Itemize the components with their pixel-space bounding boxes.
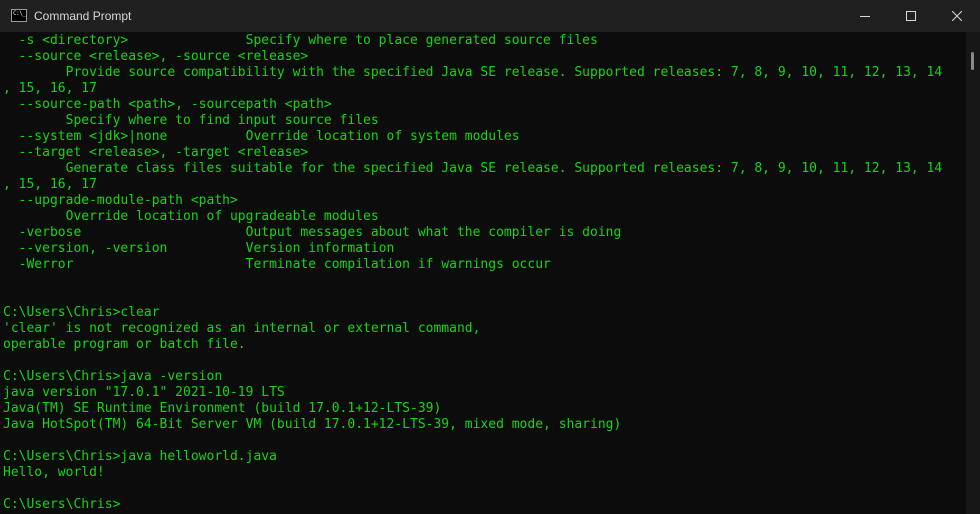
scrollbar-thumb[interactable] xyxy=(971,52,974,70)
close-icon xyxy=(952,11,962,21)
title-bar[interactable]: C:\_ Command Prompt xyxy=(0,0,980,32)
window-title: Command Prompt xyxy=(34,9,132,23)
maximize-icon xyxy=(906,11,916,21)
command-prompt-window: C:\_ Command Prompt -s <directory> Speci… xyxy=(0,0,980,514)
console-line: -s <directory> Specify where to place ge… xyxy=(3,33,598,48)
console-line: Provide source compatibility with the sp… xyxy=(3,65,943,80)
console-line: 'clear' is not recognized as an internal… xyxy=(3,321,481,336)
maximize-button[interactable] xyxy=(888,0,934,32)
console-line: , 15, 16, 17 xyxy=(3,177,97,192)
console-line: --system <jdk>|none Override location of… xyxy=(3,129,520,144)
console-line: C:\Users\Chris>clear xyxy=(3,305,160,320)
console-line: --target <release>, -target <release> xyxy=(3,145,309,160)
console-line: C:\Users\Chris>java -version xyxy=(3,369,223,384)
console-line: --source <release>, -source <release> xyxy=(3,49,309,64)
command-prompt-icon: C:\_ xyxy=(11,9,27,22)
console-line: Hello, world! xyxy=(3,465,105,480)
console-line: --version, -version Version information xyxy=(3,241,395,256)
console-line: -verbose Output messages about what the … xyxy=(3,225,622,240)
console-line: Specify where to find input source files xyxy=(3,113,379,128)
close-button[interactable] xyxy=(934,0,980,32)
console-line: operable program or batch file. xyxy=(3,337,246,352)
console-line: , 15, 16, 17 xyxy=(3,81,97,96)
minimize-icon xyxy=(860,16,870,17)
console-line: C:\Users\Chris> xyxy=(3,497,121,512)
console-line: C:\Users\Chris>java helloworld.java xyxy=(3,449,277,464)
console-line: Override location of upgradeable modules xyxy=(3,209,379,224)
console-line: --upgrade-module-path <path> xyxy=(3,193,238,208)
console-line: Java(TM) SE Runtime Environment (build 1… xyxy=(3,401,442,416)
vertical-scrollbar[interactable] xyxy=(966,32,980,514)
console-line: java version "17.0.1" 2021-10-19 LTS xyxy=(3,385,285,400)
console-line: -Werror Terminate compilation if warning… xyxy=(3,257,551,272)
console-line: Generate class files suitable for the sp… xyxy=(3,161,943,176)
console-output[interactable]: -s <directory> Specify where to place ge… xyxy=(0,32,966,514)
minimize-button[interactable] xyxy=(842,0,888,32)
console-line: --source-path <path>, -sourcepath <path> xyxy=(3,97,332,112)
app-icon-label: C:\_ xyxy=(13,10,26,17)
console-line: Java HotSpot(TM) 64-Bit Server VM (build… xyxy=(3,417,622,432)
